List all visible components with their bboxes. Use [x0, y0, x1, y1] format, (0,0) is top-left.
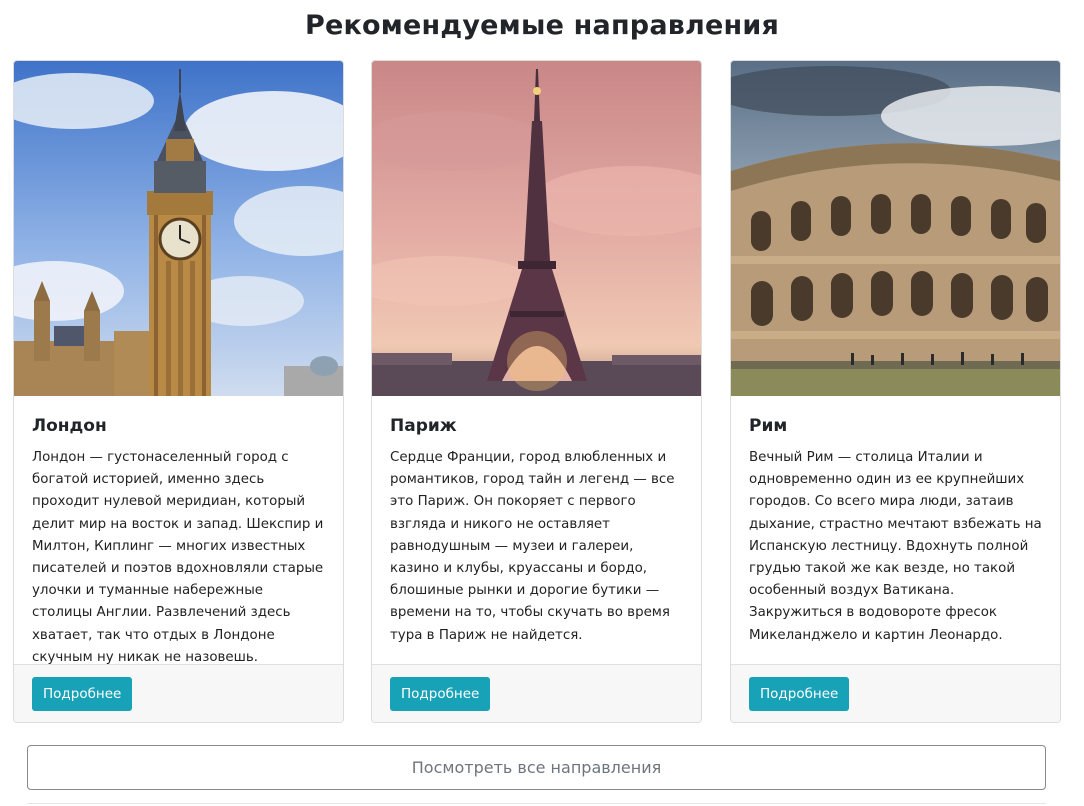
london-image: [14, 61, 343, 396]
rome-image: [731, 61, 1060, 396]
more-button-london[interactable]: Подробнее: [32, 677, 133, 711]
card-text: Вечный Рим — столица Италии и одновремен…: [749, 450, 1042, 643]
card-footer: Подробнее: [14, 664, 343, 722]
card-body: Рим Вечный Рим — столица Италии и одновр…: [731, 396, 1060, 665]
destination-card-paris: Париж Сердце Франции, город влюбленных и…: [371, 60, 702, 723]
destination-card-london: Лондон Лондон — густонаселенный город с …: [13, 60, 344, 723]
card-footer: Подробнее: [372, 664, 701, 722]
card-title: Париж: [390, 416, 457, 436]
destination-card-rome: Рим Вечный Рим — столица Италии и одновр…: [730, 60, 1061, 723]
view-all-destinations-button[interactable]: Посмотреть все направления: [27, 745, 1046, 790]
more-button-paris[interactable]: Подробнее: [390, 677, 491, 711]
card-text: Сердце Франции, город влюбленных и роман…: [390, 450, 675, 643]
card-title: Лондон: [32, 416, 107, 436]
destinations-page: Рекомендуемые направления Лондон Лондон …: [0, 0, 1084, 806]
card-text: Лондон — густонаселенный город с богатой…: [32, 450, 324, 665]
card-body: Лондон Лондон — густонаселенный город с …: [14, 396, 343, 665]
divider: [27, 803, 1046, 804]
card-footer: Подробнее: [731, 664, 1060, 722]
card-body: Париж Сердце Франции, город влюбленных и…: [372, 396, 701, 665]
more-button-rome[interactable]: Подробнее: [749, 677, 850, 711]
section-title: Рекомендуемые направления: [304, 10, 780, 41]
paris-image: [372, 61, 701, 396]
card-title: Рим: [749, 416, 788, 436]
